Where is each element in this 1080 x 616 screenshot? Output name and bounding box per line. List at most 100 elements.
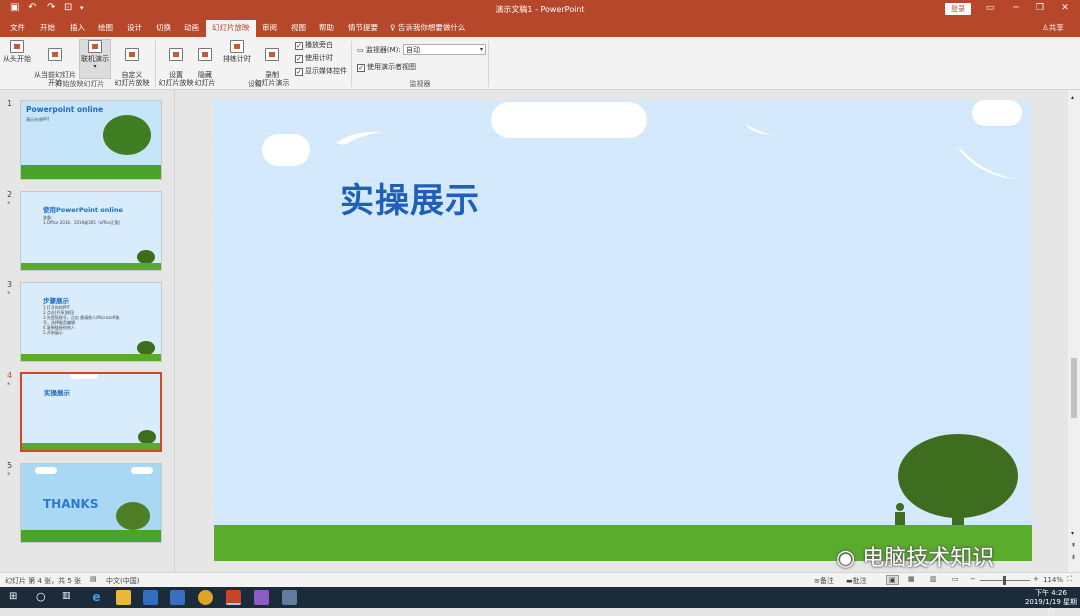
show-media-controls-checkbox[interactable]: ✓显示媒体控件 [295,66,347,76]
scroll-up-icon[interactable]: ▴ [1071,94,1074,101]
scrollbar-thumb[interactable] [1071,358,1077,418]
animation-star-icon: * [7,290,11,298]
tell-me-search[interactable]: ♀ 告诉我你想要做什么 [390,22,465,33]
thumbnail-title: 步骤展示 [43,295,69,305]
minimize-icon[interactable]: ─ [1008,3,1024,13]
task-view-icon[interactable]: ▥ [62,591,71,601]
tree-graphic [116,502,150,530]
file-explorer-icon[interactable] [116,590,131,605]
group-label-monitors: 监视器 [380,79,460,89]
app-icon[interactable] [282,590,297,605]
chevron-down-icon: ▾ [480,45,483,55]
previous-slide-icon[interactable]: ⇞ [1071,542,1076,549]
projector-icon [10,40,24,53]
tab-help[interactable]: 帮助 [319,22,334,33]
taskbar-clock[interactable]: 下午 4:26 2019/1/19 星期六 [1022,589,1080,616]
search-icon[interactable]: ○ [36,590,46,603]
mail-icon[interactable] [170,590,185,605]
cloud-graphic [491,102,647,138]
edge-browser-icon[interactable]: e [89,590,104,605]
from-beginning-button[interactable]: 从头开始 [2,40,32,63]
slide-thumbnail-2[interactable]: 使用PowerPoint online 准备： 1.Office 2016、20… [20,191,162,271]
tab-file[interactable]: 文件 [10,22,25,33]
slide-number: 2 [7,190,12,199]
group-divider [155,41,156,87]
tab-home[interactable]: 开始 [40,22,55,33]
restore-icon[interactable]: ❐ [1032,3,1048,13]
rehearse-timings-button[interactable]: 排练计时 [222,40,252,63]
vertical-scrollbar[interactable]: ▴ ▾ ⇞ ⇟ [1068,90,1080,572]
rehearse-icon [230,40,244,53]
tab-draw[interactable]: 绘图 [98,22,113,33]
thumbnail-title: Powerpoint online [26,105,103,114]
group-label-setup: 设置 [220,79,290,89]
slide-thumbnail-4[interactable]: 实操展示 [20,372,162,452]
store-icon[interactable] [143,590,158,605]
normal-view-icon[interactable]: ▣ [886,575,899,585]
bird-icon [744,122,780,138]
tab-slideshow[interactable]: 幻灯片放映 [206,20,256,37]
language-status[interactable]: 中文(中国) [106,576,139,586]
tree-graphic [138,430,156,444]
login-button[interactable]: 登录 [945,3,971,15]
comments-button[interactable]: ▬批注 [846,576,867,586]
bird-icon [334,128,384,148]
present-online-button[interactable]: 联机演示 ▾ [80,40,110,78]
presenter-view-checkbox[interactable]: ✓使用演示者视图 [357,62,416,72]
slide-thumbnail-3[interactable]: 步骤展示 1.打开你的PPT 2.点击[共享]按钮 3.先登陆账号，点击 邀请他… [20,282,162,362]
app-icon[interactable] [254,590,269,605]
powerpoint-icon[interactable] [226,590,241,605]
grass-graphic [22,443,160,450]
thumbnail-title: 使用PowerPoint online [43,204,123,214]
slide-sorter-icon[interactable]: ▦ [908,575,915,583]
use-timings-checkbox[interactable]: ✓使用计时 [295,53,333,63]
ribbon-display-options-icon[interactable]: ▭ [982,3,998,13]
ribbon: 从头开始 从当前幻灯片 开始 联机演示 ▾ 自定义 幻灯片放映 开始放映幻灯片 … [0,37,1080,90]
tree-graphic [103,115,151,155]
tab-insert[interactable]: 插入 [70,22,85,33]
next-slide-icon[interactable]: ⇟ [1071,554,1076,561]
tab-transitions[interactable]: 切换 [156,22,171,33]
scroll-down-icon[interactable]: ▾ [1071,530,1074,537]
thumbnail-body: 1.打开你的PPT 2.点击[共享]按钮 3.先登陆账号，点击 邀请他人/Mic… [43,305,125,335]
chrome-icon[interactable] [198,590,213,605]
slide-title[interactable]: 实操展示 [340,173,480,222]
tab-view[interactable]: 视图 [291,22,306,33]
windows-start-icon[interactable]: ⊞ [9,591,17,602]
cloud-graphic [131,467,153,474]
setup-slideshow-button[interactable]: 设置 幻灯片放映 [158,40,194,87]
close-icon[interactable]: ✕ [1057,3,1073,13]
zoom-out-icon[interactable]: − [970,575,976,583]
hide-slide-icon [198,48,212,61]
tab-storyboarding[interactable]: 情节提要 [348,22,378,33]
current-slide[interactable]: 实操展示 [214,100,1032,561]
share-button[interactable]: ♙共享 [1042,22,1064,33]
person-icon: ♙ [1042,23,1049,32]
spellcheck-icon[interactable]: ▤ [90,575,97,583]
custom-slideshow-icon [125,48,139,61]
slide-thumbnail-1[interactable]: Powerpoint online 演示在线PPT [20,100,162,180]
zoom-level[interactable]: 114% [1043,576,1063,584]
setup-icon [169,48,183,61]
monitor-select[interactable]: 自动▾ [403,44,486,55]
notes-button[interactable]: ≡备注 [814,576,834,586]
tab-animations[interactable]: 动画 [184,22,199,33]
reading-view-icon[interactable]: ▥ [930,575,937,583]
tab-review[interactable]: 审阅 [262,22,277,33]
group-label-start: 开始放映幻灯片 [20,79,140,89]
grass-graphic [21,165,161,179]
zoom-in-icon[interactable]: + [1033,575,1039,583]
slide-thumbnail-5[interactable]: THANKS [20,463,162,543]
zoom-slider-thumb[interactable] [1003,576,1006,585]
wechat-icon: ◉ [836,546,862,571]
tree-graphic [137,250,155,264]
window-title: 演示文稿1 - PowerPoint [0,4,1080,15]
projector-icon [48,48,62,61]
grass-graphic [21,263,161,270]
tab-design[interactable]: 设计 [127,22,142,33]
fit-to-window-icon[interactable]: ⛶ [1067,575,1072,584]
hide-slide-button[interactable]: 隐藏 幻灯片 [193,40,217,87]
slideshow-view-icon[interactable]: ▭ [952,575,959,583]
play-narrations-checkbox[interactable]: ✓播放旁白 [295,40,333,50]
cloud-graphic [70,372,98,379]
